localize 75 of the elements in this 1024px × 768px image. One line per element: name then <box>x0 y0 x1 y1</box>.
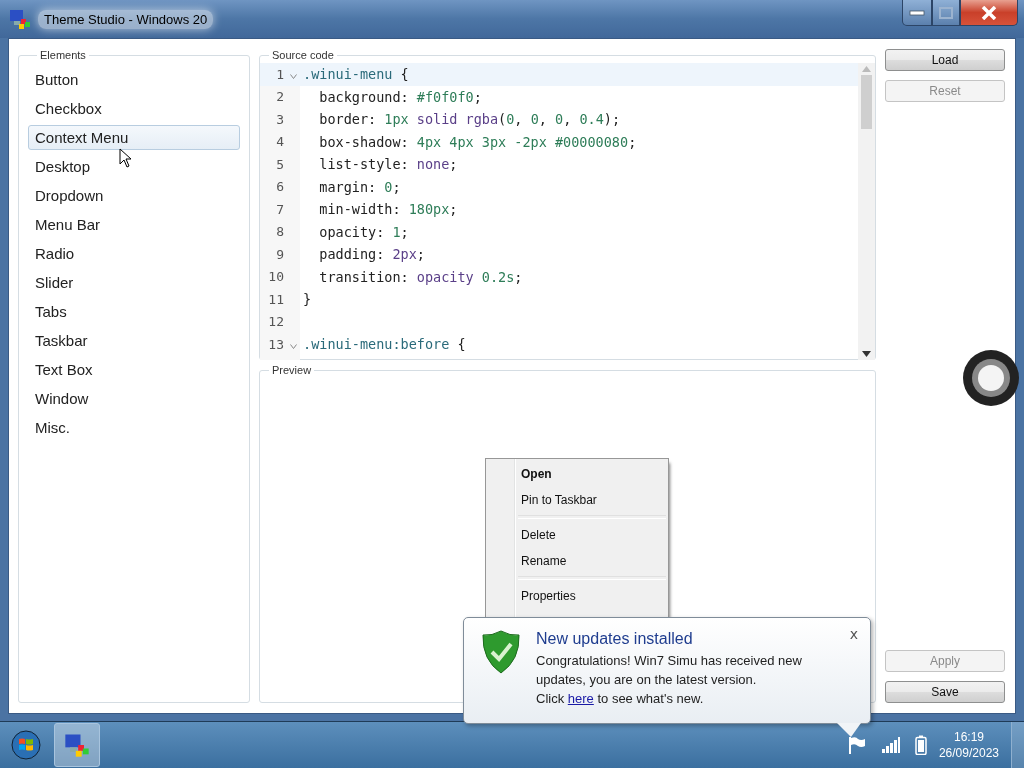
line-number: 11 <box>268 291 284 307</box>
flag-icon[interactable] <box>846 735 867 755</box>
line-number: 8 <box>276 224 284 240</box>
close-button[interactable] <box>960 0 1018 26</box>
line-number: 2 <box>276 89 284 105</box>
notification-title: New updates installed <box>536 630 693 648</box>
element-item[interactable]: Tabs <box>28 299 240 324</box>
code-line: padding: 2px; <box>318 246 425 262</box>
code-line: background: #f0f0f0; <box>318 88 482 105</box>
maximize-icon <box>939 6 953 19</box>
mouse-pointer-icon <box>119 148 133 168</box>
notification-text: Click here to see what's new. <box>536 690 705 708</box>
minimize-button[interactable] <box>902 0 932 26</box>
element-item[interactable]: Dropdown <box>28 183 240 208</box>
code-line: border: 1px solid rgba(0, 0, 0, 0.4); <box>318 111 621 127</box>
element-item[interactable]: Desktop <box>28 154 240 179</box>
line-number: 10 <box>268 269 284 285</box>
code-line: } <box>303 291 312 307</box>
element-item[interactable]: Radio <box>28 241 240 266</box>
code-line: list-style: none; <box>318 156 458 172</box>
element-item[interactable]: Misc. <box>28 415 240 440</box>
line-number: 3 <box>276 111 284 127</box>
minimize-icon <box>909 9 925 16</box>
group-label: Preview <box>271 364 313 376</box>
signal-icon[interactable] <box>880 736 901 754</box>
window-title: Theme Studio - Windows 20 <box>38 9 214 29</box>
line-number: 7 <box>276 201 284 217</box>
battery-icon[interactable] <box>914 735 927 755</box>
line-number: 13 <box>268 336 284 352</box>
taskbar-app-button[interactable] <box>54 723 100 767</box>
element-item[interactable]: Button <box>28 67 240 92</box>
line-number: 9 <box>276 246 284 262</box>
close-button[interactable]: x <box>847 624 860 644</box>
element-item[interactable]: Window <box>28 386 240 411</box>
code-line: margin: 0; <box>318 178 401 195</box>
menu-item[interactable]: Pin to Taskbar <box>488 487 666 513</box>
menu-item[interactable]: Open <box>488 461 666 487</box>
scroll-down-icon[interactable] <box>862 351 871 357</box>
close-icon <box>981 5 997 20</box>
here-link[interactable]: here <box>567 691 594 706</box>
line-number: 6 <box>276 179 284 195</box>
code-line: .winui-menu:before { <box>303 336 466 352</box>
group-label: Source code <box>271 49 335 61</box>
element-item[interactable]: Menu Bar <box>28 212 240 237</box>
fold-icon[interactable] <box>290 344 297 349</box>
element-item[interactable]: Slider <box>28 270 240 295</box>
maximize-button[interactable] <box>932 0 960 26</box>
clock-time[interactable]: 16:19 <box>953 729 984 745</box>
code-line: transition: opacity 0.2s; <box>318 268 523 285</box>
app-icon <box>8 7 32 31</box>
group-label: Elements <box>39 49 87 61</box>
menu-item[interactable]: Rename <box>488 548 666 574</box>
code-line: opacity: 1; <box>318 223 409 240</box>
element-item[interactable]: Text Box <box>28 357 240 382</box>
notification-text: Congratulations! Win7 Simu has received new updates, you are on the latest version. <box>536 652 803 689</box>
action-button[interactable]: Load <box>885 49 1005 71</box>
line-number: 5 <box>276 156 284 172</box>
element-item[interactable]: Taskbar <box>28 328 240 353</box>
windows-logo-icon <box>11 730 41 760</box>
menu-item[interactable]: Delete <box>488 522 666 548</box>
scrollbar[interactable] <box>858 63 875 360</box>
action-button[interactable]: Save <box>885 681 1005 703</box>
code-line: box-shadow: 4px 4px 3px -2px #00000080; <box>318 133 637 150</box>
line-number: 12 <box>268 314 284 330</box>
menu-item[interactable]: Properties <box>488 583 666 609</box>
element-item[interactable]: Checkbox <box>28 96 240 121</box>
code-line: .winui-menu { <box>303 66 409 82</box>
balloon-tail <box>837 723 861 737</box>
clock-date[interactable]: 26/09/2023 <box>938 745 999 761</box>
line-number: 1 <box>276 66 284 82</box>
line-number: 4 <box>276 134 284 150</box>
code-line: min-width: 180px; <box>318 201 458 217</box>
shield-check-icon <box>482 630 520 674</box>
scrollbar-thumb[interactable] <box>861 75 872 129</box>
element-item[interactable]: Context Menu <box>28 125 240 150</box>
